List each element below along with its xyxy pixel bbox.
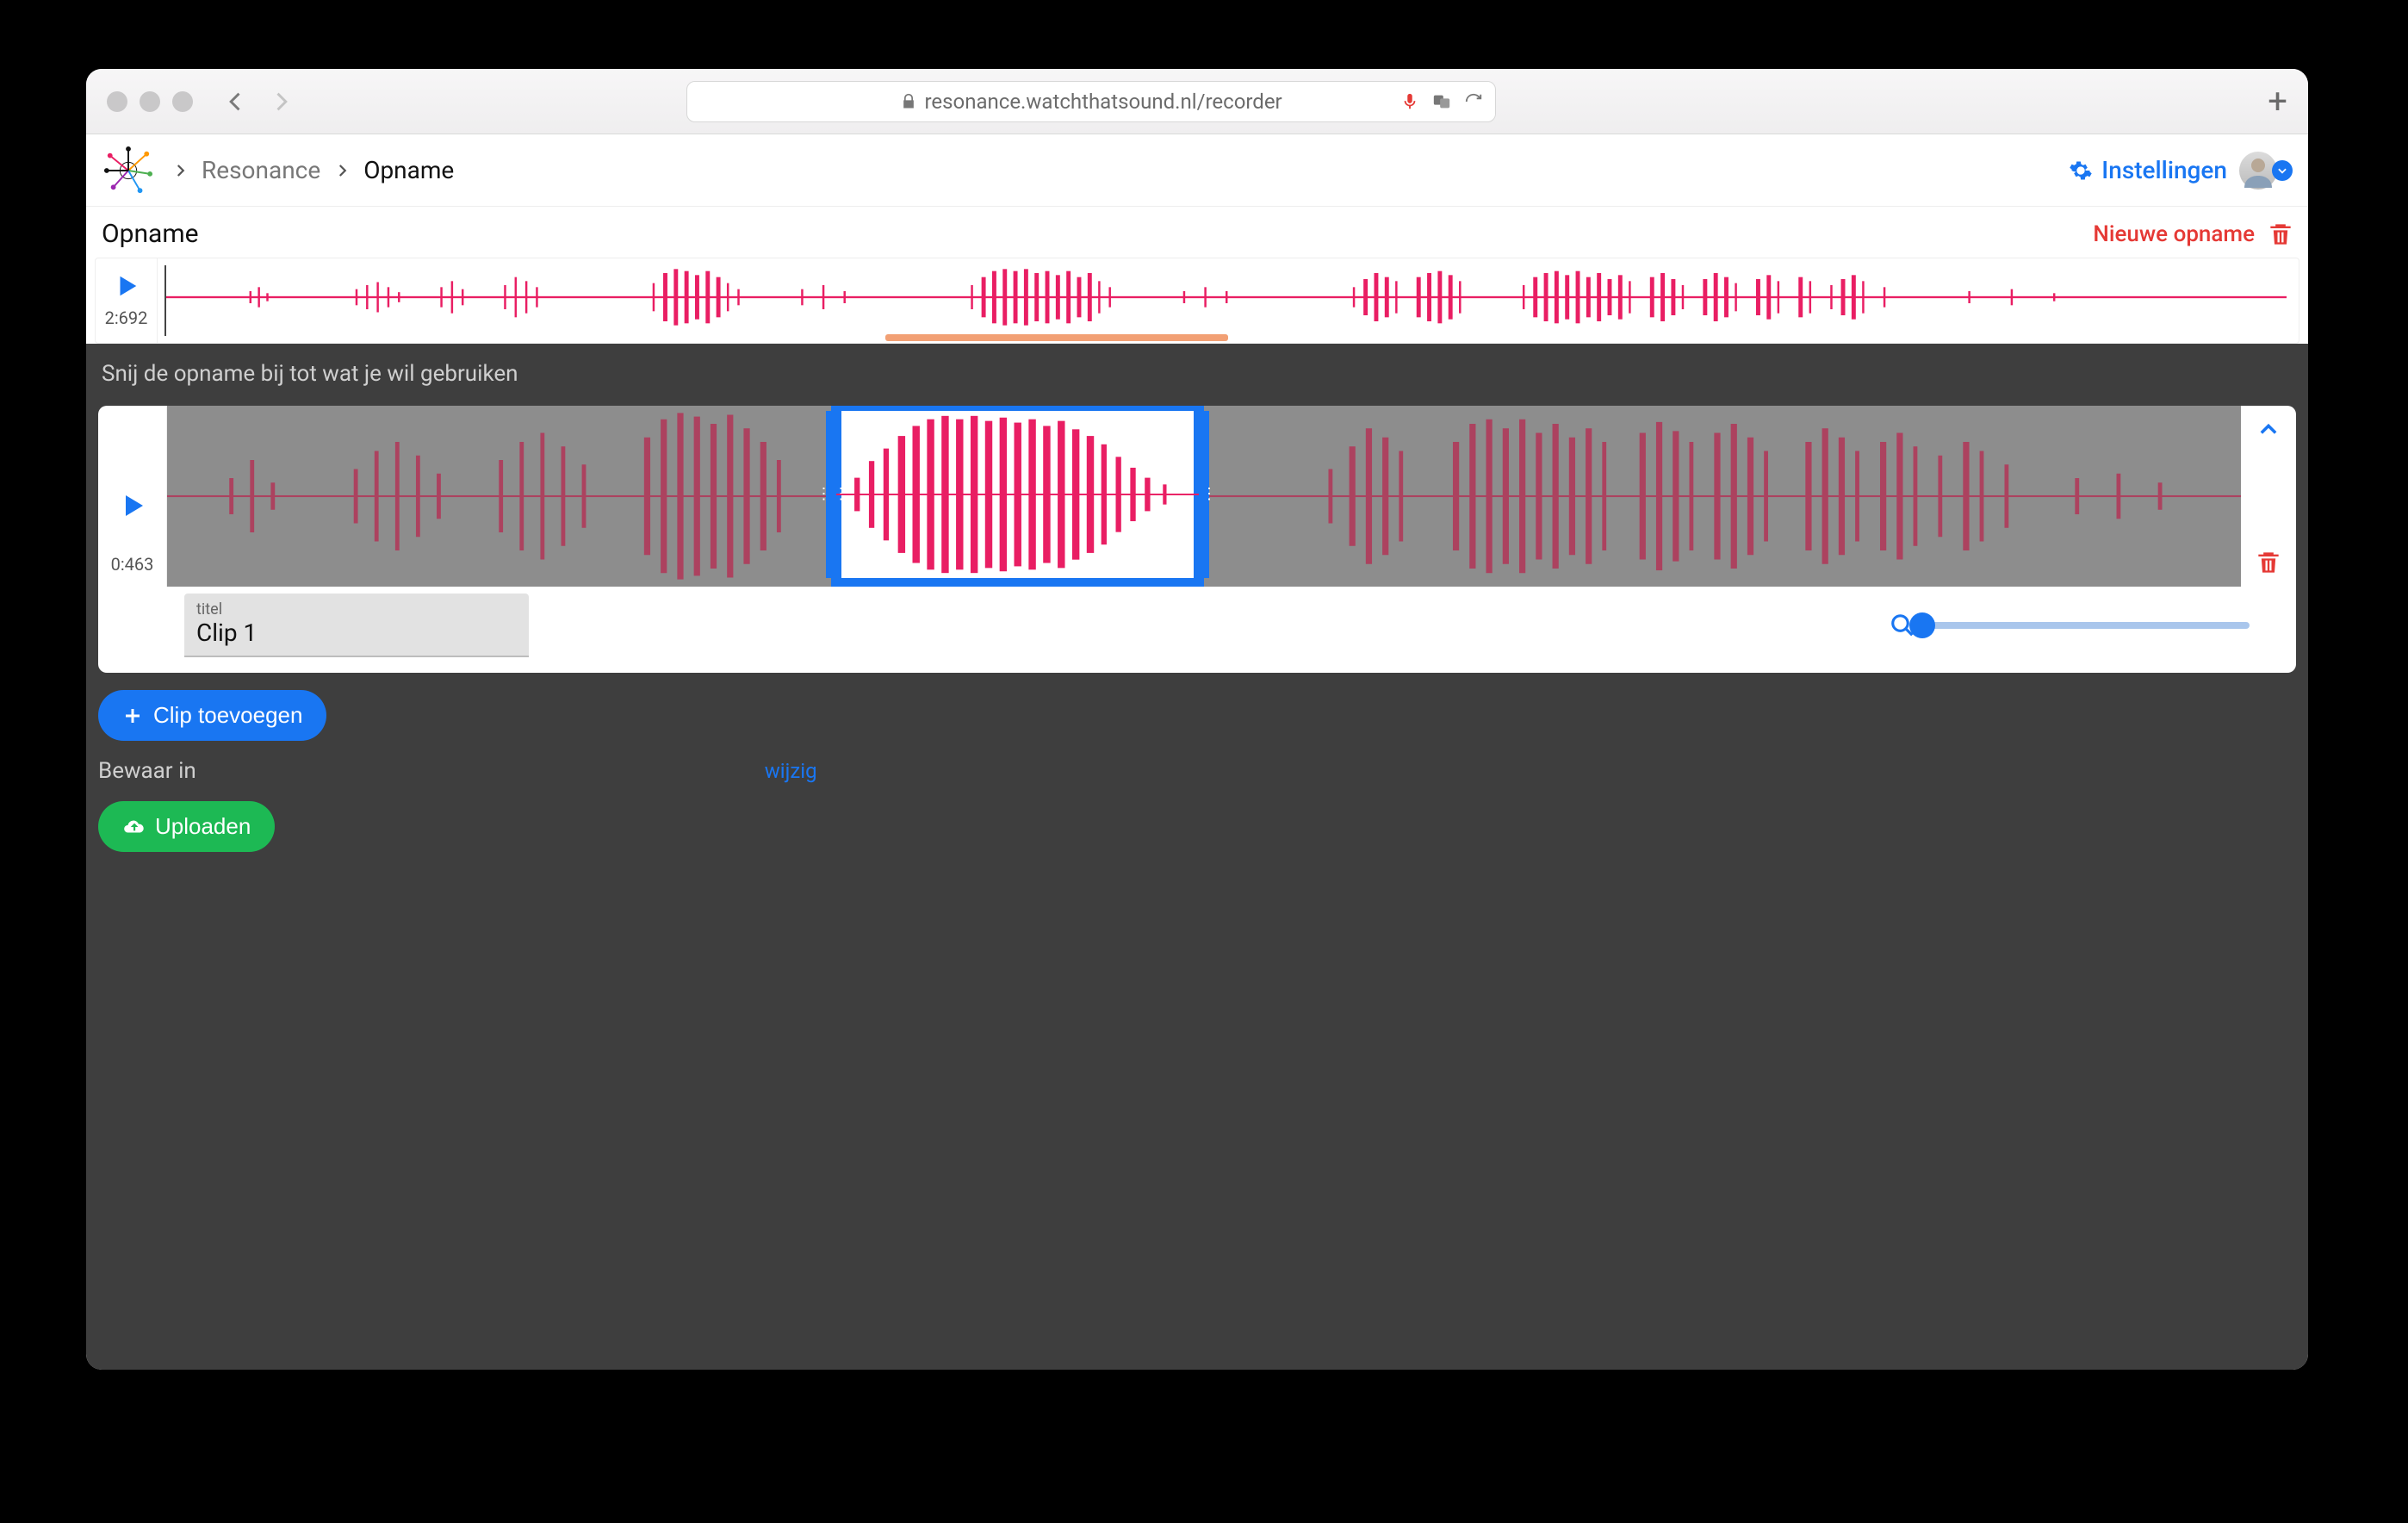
nav-arrows (224, 90, 293, 114)
chevron-right-icon (334, 156, 350, 184)
new-tab-button[interactable]: + (2268, 84, 2287, 119)
microphone-icon[interactable] (1400, 92, 1419, 111)
upload-button[interactable]: Uploaden (98, 801, 275, 852)
app-header: Resonance Opname Instellingen (86, 134, 2308, 207)
play-icon[interactable] (119, 492, 146, 519)
zoom-slider[interactable] (1922, 622, 2250, 629)
overview-selection-range[interactable] (885, 334, 1228, 341)
settings-label: Instellingen (2101, 156, 2227, 184)
zoom-control (1890, 612, 2250, 638)
lock-icon (900, 93, 917, 110)
chevron-up-icon[interactable] (2256, 418, 2281, 442)
traffic-lights (107, 91, 193, 112)
browser-chrome: resonance.watchthatsound.nl/recorder + (86, 69, 2308, 134)
traffic-minimize[interactable] (140, 91, 160, 112)
clip-title-field[interactable]: titel Clip 1 (184, 594, 529, 657)
clip-title-value: Clip 1 (196, 619, 517, 647)
overview-waveform-card: 2:692 (95, 258, 2299, 344)
overview-waveform[interactable] (158, 258, 2299, 343)
forward-icon[interactable] (269, 90, 293, 114)
breadcrumb-opname: Opname (363, 156, 454, 184)
editor-area: Snij de opname bij tot wat je wil gebrui… (86, 344, 2308, 1370)
chevron-down-icon (2272, 160, 2293, 181)
urlbar-right-icons (1400, 92, 1483, 111)
recording-title: Opname (102, 219, 199, 249)
breadcrumb-resonance[interactable]: Resonance (202, 156, 320, 184)
upload-label: Uploaden (155, 813, 251, 840)
play-icon[interactable] (114, 273, 140, 299)
new-recording-button[interactable]: Nieuwe opname (2093, 221, 2255, 247)
trim-waveform[interactable]: ⋮⋮ ⋮⋮ (167, 406, 2241, 587)
settings-link[interactable]: Instellingen (2069, 156, 2227, 184)
user-menu[interactable] (2239, 152, 2293, 190)
recording-header-row: Opname Nieuwe opname (86, 207, 2308, 258)
traffic-maximize[interactable] (172, 91, 193, 112)
translate-icon[interactable] (1431, 92, 1452, 111)
overview-time: 2:692 (105, 308, 148, 328)
trim-card: 0:463 (98, 406, 2296, 673)
cloud-upload-icon (122, 816, 145, 838)
app-logo[interactable] (102, 144, 155, 197)
add-clip-label: Clip toevoegen (153, 702, 302, 729)
back-icon[interactable] (224, 90, 248, 114)
zoom-thumb[interactable] (1909, 612, 1935, 638)
editor-hint: Snij de opname bij tot wat je wil gebrui… (102, 361, 2293, 387)
reload-icon[interactable] (1464, 92, 1483, 111)
add-clip-button[interactable]: Clip toevoegen (98, 690, 326, 741)
clip-title-label: titel (196, 600, 517, 619)
traffic-close[interactable] (107, 91, 127, 112)
save-in-label: Bewaar in (98, 758, 196, 784)
save-in-row: Bewaar in wijzig (98, 758, 2296, 784)
browser-window: resonance.watchthatsound.nl/recorder + (86, 69, 2308, 1370)
url-bar[interactable]: resonance.watchthatsound.nl/recorder (686, 81, 1496, 122)
url-text: resonance.watchthatsound.nl/recorder (924, 90, 1282, 114)
chevron-right-icon (172, 156, 188, 184)
gear-icon (2069, 159, 2093, 183)
playhead-cursor[interactable] (164, 265, 166, 336)
trim-selection[interactable]: ⋮⋮ ⋮⋮ (831, 406, 1204, 587)
trash-icon[interactable] (2268, 222, 2293, 246)
breadcrumb: Resonance Opname (172, 156, 454, 184)
trim-time: 0:463 (111, 554, 154, 575)
plus-icon (122, 706, 143, 726)
trim-side-controls (2241, 406, 2296, 587)
trash-icon[interactable] (2256, 550, 2281, 575)
change-link[interactable]: wijzig (765, 759, 817, 783)
